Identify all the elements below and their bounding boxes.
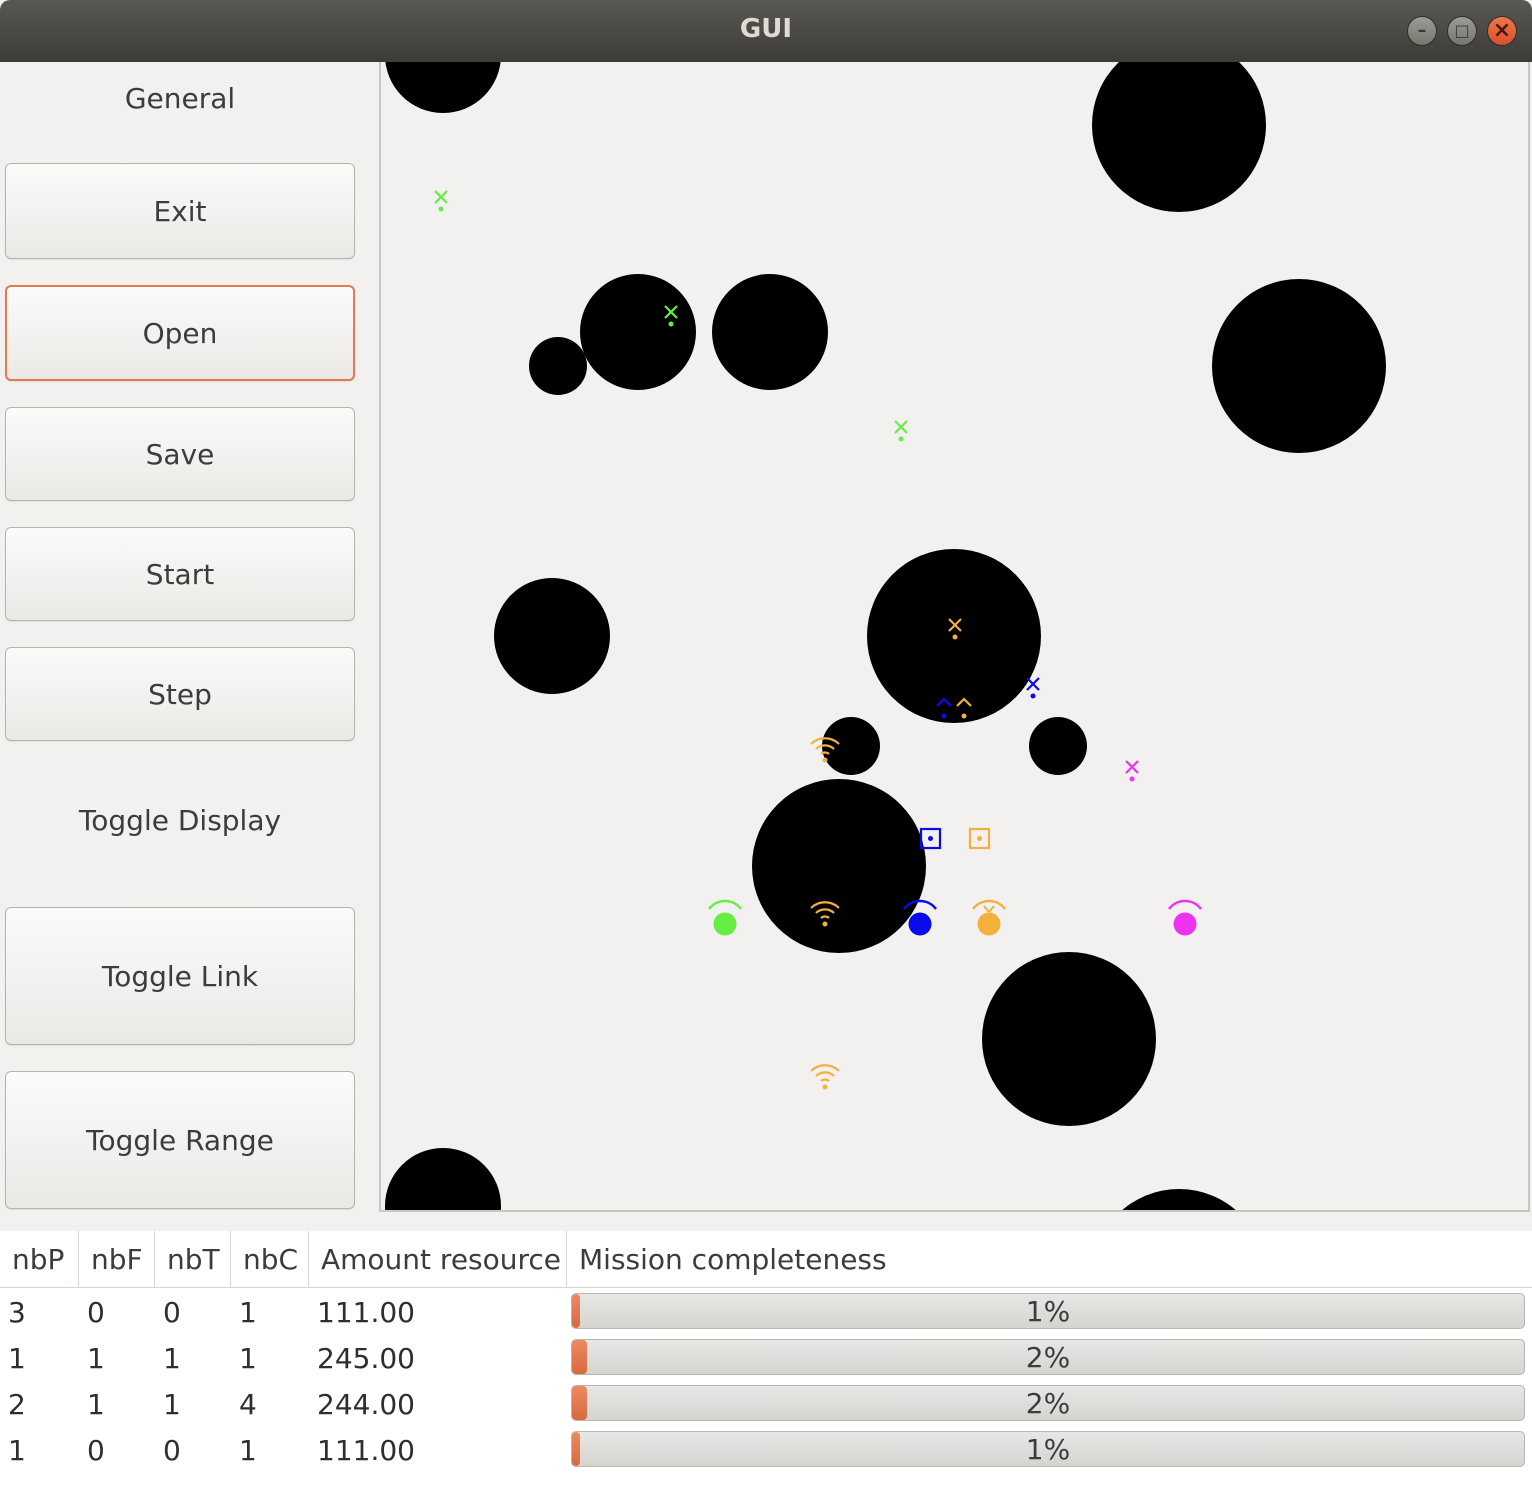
header-amount-resource[interactable]: Amount resource bbox=[309, 1231, 567, 1287]
exit-button[interactable]: Exit bbox=[5, 163, 355, 259]
robot-icon bbox=[1168, 899, 1202, 936]
cell-amount-resource: 245.00 bbox=[317, 1342, 415, 1375]
obstacle bbox=[529, 337, 587, 395]
minimize-button[interactable]: – bbox=[1407, 16, 1437, 46]
target-cross-icon bbox=[1025, 676, 1041, 700]
cell-nbf: 0 bbox=[87, 1434, 105, 1467]
cell-amount-resource: 111.00 bbox=[317, 1296, 415, 1329]
target-cross-icon bbox=[433, 189, 449, 213]
header-nbf[interactable]: nbF bbox=[79, 1231, 155, 1287]
mission-progress-bar: 1% bbox=[571, 1431, 1525, 1467]
table-row[interactable]: 1 0 0 1 111.00 1% bbox=[0, 1428, 1532, 1474]
target-cross-icon bbox=[1124, 759, 1140, 783]
cell-amount-resource: 244.00 bbox=[317, 1388, 415, 1421]
cell-nbc: 1 bbox=[239, 1342, 257, 1375]
obstacle bbox=[1092, 62, 1266, 212]
cell-nbc: 1 bbox=[239, 1434, 257, 1467]
cell-nbf: 1 bbox=[87, 1342, 105, 1375]
table-row[interactable]: 3 0 0 1 111.00 1% bbox=[0, 1290, 1532, 1336]
obstacle bbox=[982, 952, 1156, 1126]
close-icon: × bbox=[1492, 18, 1512, 43]
cell-nbt: 1 bbox=[163, 1388, 181, 1421]
table-row[interactable]: 1 1 1 1 245.00 2% bbox=[0, 1336, 1532, 1382]
maximize-icon: □ bbox=[1454, 21, 1470, 40]
obstacle bbox=[385, 62, 501, 113]
header-mission-completeness[interactable]: Mission completeness bbox=[567, 1231, 1532, 1287]
table-row[interactable]: 2 1 1 4 244.00 2% bbox=[0, 1382, 1532, 1428]
obstacles bbox=[385, 62, 1386, 1210]
robot-icon bbox=[708, 899, 742, 936]
cell-nbf: 0 bbox=[87, 1296, 105, 1329]
simulation-canvas[interactable] bbox=[379, 62, 1530, 1212]
header-nbt[interactable]: nbT bbox=[155, 1231, 231, 1287]
obstacle bbox=[1029, 717, 1087, 775]
open-button[interactable]: Open bbox=[5, 285, 355, 381]
obstacle bbox=[494, 578, 610, 694]
progress-label: 2% bbox=[1025, 1341, 1071, 1374]
toggle-range-button[interactable]: Toggle Range bbox=[5, 1071, 355, 1209]
cell-nbp: 1 bbox=[8, 1342, 26, 1375]
minimize-icon: – bbox=[1417, 20, 1427, 41]
window-title: GUI bbox=[739, 14, 793, 44]
cell-nbt: 0 bbox=[163, 1434, 181, 1467]
progress-label: 1% bbox=[1025, 1295, 1071, 1328]
progress-label: 2% bbox=[1025, 1387, 1071, 1420]
cell-nbc: 4 bbox=[239, 1388, 257, 1421]
window-titlebar[interactable]: GUI – □ × bbox=[0, 0, 1532, 62]
stats-table: nbP nbF nbT nbC Amount resource Mission … bbox=[0, 1231, 1532, 1492]
save-button[interactable]: Save bbox=[5, 407, 355, 501]
general-label: General bbox=[124, 82, 236, 115]
toggle-link-button[interactable]: Toggle Link bbox=[5, 907, 355, 1045]
mission-progress-bar: 1% bbox=[571, 1293, 1525, 1329]
cell-nbp: 3 bbox=[8, 1296, 26, 1329]
progress-label: 1% bbox=[1025, 1433, 1071, 1466]
mission-progress-bar: 2% bbox=[571, 1339, 1525, 1375]
obstacle bbox=[752, 779, 926, 953]
target-cross-icon bbox=[893, 419, 909, 443]
simulation-drawing bbox=[385, 62, 1386, 1210]
obstacle bbox=[385, 1148, 501, 1210]
toggle-display-label: Toggle Display bbox=[78, 804, 282, 837]
obstacle bbox=[712, 274, 828, 390]
cell-amount-resource: 111.00 bbox=[317, 1434, 415, 1467]
close-button[interactable]: × bbox=[1487, 16, 1517, 46]
cell-nbp: 2 bbox=[8, 1388, 26, 1421]
wifi-icon bbox=[809, 1064, 841, 1091]
robot-icon bbox=[972, 899, 1006, 936]
header-nbp[interactable]: nbP bbox=[0, 1231, 79, 1287]
table-header: nbP nbF nbT nbC Amount resource Mission … bbox=[0, 1231, 1532, 1288]
obstacle bbox=[580, 274, 696, 390]
control-sidebar: General Exit Open Save Start Step Toggle… bbox=[0, 62, 378, 1212]
cell-nbt: 0 bbox=[163, 1296, 181, 1329]
cell-nbp: 1 bbox=[8, 1434, 26, 1467]
cell-nbt: 1 bbox=[163, 1342, 181, 1375]
obstacle bbox=[1122, 1189, 1236, 1210]
maximize-button[interactable]: □ bbox=[1447, 16, 1477, 46]
base-square-icon bbox=[919, 827, 942, 850]
mission-progress-bar: 2% bbox=[571, 1385, 1525, 1421]
obstacle bbox=[1212, 279, 1386, 453]
start-button[interactable]: Start bbox=[5, 527, 355, 621]
header-nbc[interactable]: nbC bbox=[231, 1231, 309, 1287]
base-square-icon bbox=[968, 827, 991, 850]
step-button[interactable]: Step bbox=[5, 647, 355, 741]
cell-nbc: 1 bbox=[239, 1296, 257, 1329]
cell-nbf: 1 bbox=[87, 1388, 105, 1421]
